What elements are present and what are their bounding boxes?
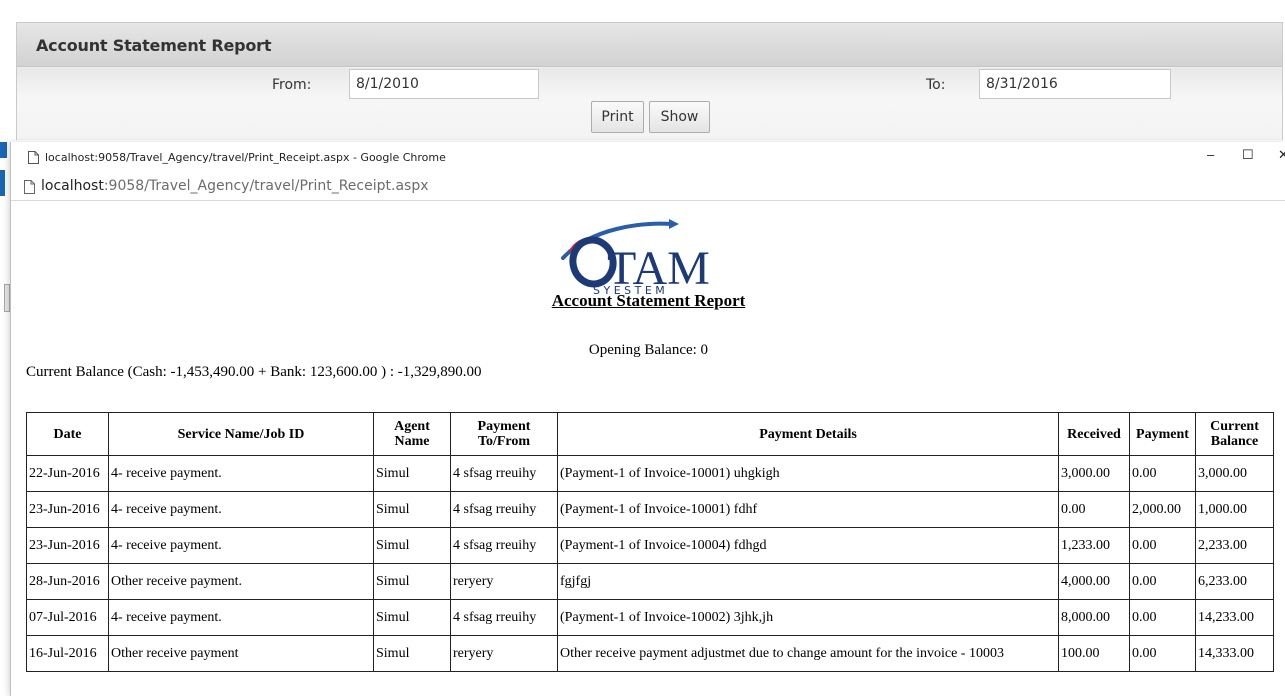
col-header-payment-details: Payment Details bbox=[557, 412, 1059, 456]
opening-balance: Opening Balance: 0 bbox=[588, 342, 709, 358]
table-row: 23-Jun-2016 4- receive payment. Simul 4 … bbox=[26, 491, 1274, 528]
cell-service: 4- receive payment. bbox=[108, 527, 374, 564]
cell-received: 8,000.00 bbox=[1058, 599, 1130, 636]
cell-received: 100.00 bbox=[1058, 635, 1130, 672]
cell-payment: 0.00 bbox=[1129, 527, 1196, 564]
print-button[interactable]: Print bbox=[591, 101, 644, 133]
panel-body: From: 8/1/2010 To: 8/31/2016 Print Show bbox=[17, 68, 1282, 140]
url-text[interactable]: localhost:9058/Travel_Agency/travel/Prin… bbox=[41, 178, 429, 194]
cell-balance: 2,233.00 bbox=[1195, 527, 1274, 564]
cell-agent: Simul bbox=[373, 599, 451, 636]
panel-header: Account Statement Report bbox=[17, 23, 1282, 67]
minimize-icon[interactable]: – bbox=[1207, 147, 1214, 162]
cell-balance: 6,233.00 bbox=[1195, 563, 1274, 600]
window-title: localhost:9058/Travel_Agency/travel/Prin… bbox=[45, 151, 446, 164]
cell-received: 3,000.00 bbox=[1058, 455, 1130, 492]
page-icon bbox=[28, 151, 39, 164]
table-row: 23-Jun-2016 4- receive payment. Simul 4 … bbox=[26, 527, 1274, 564]
maximize-icon[interactable]: ☐ bbox=[1242, 147, 1254, 163]
cell-to-from: reryery bbox=[450, 563, 558, 600]
col-header-service: Service Name/Job ID bbox=[108, 412, 374, 456]
url-path: :9058/Travel_Agency/travel/Print_Receipt… bbox=[103, 178, 429, 194]
cell-payment: 0.00 bbox=[1129, 635, 1196, 672]
close-icon[interactable]: ✕ bbox=[1278, 147, 1285, 163]
cell-agent: Simul bbox=[373, 527, 451, 564]
col-header-payment-to-from: Payment To/From bbox=[450, 412, 558, 456]
col-header-agent: Agent Name bbox=[373, 412, 451, 456]
col-header-payment: Payment bbox=[1129, 412, 1196, 456]
cell-date: 07-Jul-2016 bbox=[26, 599, 109, 636]
cell-details: (Payment-1 of Invoice-10004) fdhgd bbox=[557, 527, 1059, 564]
cell-date: 23-Jun-2016 bbox=[26, 491, 109, 528]
cell-service: Other receive payment. bbox=[108, 563, 374, 600]
col-header-date: Date bbox=[26, 412, 109, 456]
to-label: To: bbox=[926, 77, 946, 93]
cell-service: 4- receive payment. bbox=[108, 599, 374, 636]
cell-details: (Payment-1 of Invoice-10001) fdhf bbox=[557, 491, 1059, 528]
table-row: 16-Jul-2016 Other receive payment Simul … bbox=[26, 635, 1274, 672]
cell-date: 22-Jun-2016 bbox=[26, 455, 109, 492]
col-header-received: Received bbox=[1058, 412, 1130, 456]
otam-system-logo: TAM S Y E S T E M bbox=[561, 219, 710, 294]
cell-service: 4- receive payment. bbox=[108, 491, 374, 528]
cell-to-from: 4 sfsag rreuihy bbox=[450, 455, 558, 492]
page-icon bbox=[24, 180, 35, 194]
cell-balance: 3,000.00 bbox=[1195, 455, 1274, 492]
cell-balance: 1,000.00 bbox=[1195, 491, 1274, 528]
cell-payment: 0.00 bbox=[1129, 455, 1196, 492]
address-bar[interactable]: localhost:9058/Travel_Agency/travel/Prin… bbox=[11, 173, 1285, 201]
cell-date: 23-Jun-2016 bbox=[26, 527, 109, 564]
table-row: 28-Jun-2016 Other receive payment. Simul… bbox=[26, 563, 1274, 600]
cell-balance: 14,233.00 bbox=[1195, 599, 1274, 636]
cell-service: Other receive payment bbox=[108, 635, 374, 672]
cell-payment: 2,000.00 bbox=[1129, 491, 1196, 528]
background-window-edge bbox=[0, 142, 7, 158]
cell-details: (Payment-1 of Invoice-10002) 3jhk,jh bbox=[557, 599, 1059, 636]
cell-payment: 0.00 bbox=[1129, 599, 1196, 636]
cell-balance: 14,333.00 bbox=[1195, 635, 1274, 672]
print-receipt-popup-window: localhost:9058/Travel_Agency/travel/Prin… bbox=[10, 142, 1285, 696]
cell-received: 0.00 bbox=[1058, 491, 1130, 528]
report-filter-panel: Account Statement Report From: 8/1/2010 … bbox=[16, 22, 1283, 140]
cell-agent: Simul bbox=[373, 455, 451, 492]
cell-agent: Simul bbox=[373, 635, 451, 672]
show-button[interactable]: Show bbox=[649, 101, 710, 133]
report-title: Account Statement Report bbox=[551, 291, 746, 310]
cell-agent: Simul bbox=[373, 563, 451, 600]
cell-received: 4,000.00 bbox=[1058, 563, 1130, 600]
cell-payment: 0.00 bbox=[1129, 563, 1196, 600]
to-date-input[interactable]: 8/31/2016 bbox=[979, 69, 1171, 99]
table-row: 07-Jul-2016 4- receive payment. Simul 4 … bbox=[26, 599, 1274, 636]
cell-date: 28-Jun-2016 bbox=[26, 563, 109, 600]
cell-to-from: 4 sfsag rreuihy bbox=[450, 491, 558, 528]
cell-to-from: 4 sfsag rreuihy bbox=[450, 527, 558, 564]
cell-service: 4- receive payment. bbox=[108, 455, 374, 492]
from-date-input[interactable]: 8/1/2010 bbox=[349, 69, 539, 99]
window-titlebar[interactable]: localhost:9058/Travel_Agency/travel/Prin… bbox=[11, 142, 1285, 173]
col-header-current-balance: Current Balance bbox=[1195, 412, 1274, 456]
cell-to-from: reryery bbox=[450, 635, 558, 672]
cell-details: fgjfgj bbox=[557, 563, 1059, 600]
cell-received: 1,233.00 bbox=[1058, 527, 1130, 564]
account-statement-table: Date Service Name/Job ID Agent Name Paym… bbox=[26, 412, 1274, 672]
cell-details: (Payment-1 of Invoice-10001) uhgkigh bbox=[557, 455, 1059, 492]
table-header-row: Date Service Name/Job ID Agent Name Paym… bbox=[26, 412, 1274, 456]
table-row: 22-Jun-2016 4- receive payment. Simul 4 … bbox=[26, 455, 1274, 492]
cell-to-from: 4 sfsag rreuihy bbox=[450, 599, 558, 636]
background-window-edge bbox=[0, 170, 5, 196]
current-balance-summary: Current Balance (Cash: -1,453,490.00 + B… bbox=[26, 364, 482, 380]
cell-details: Other receive payment adjustmet due to c… bbox=[557, 635, 1059, 672]
url-host: localhost bbox=[41, 178, 104, 194]
page-top-strip bbox=[0, 0, 1285, 8]
cell-date: 16-Jul-2016 bbox=[26, 635, 109, 672]
panel-title: Account Statement Report bbox=[36, 36, 272, 55]
from-label: From: bbox=[272, 77, 312, 93]
cell-agent: Simul bbox=[373, 491, 451, 528]
